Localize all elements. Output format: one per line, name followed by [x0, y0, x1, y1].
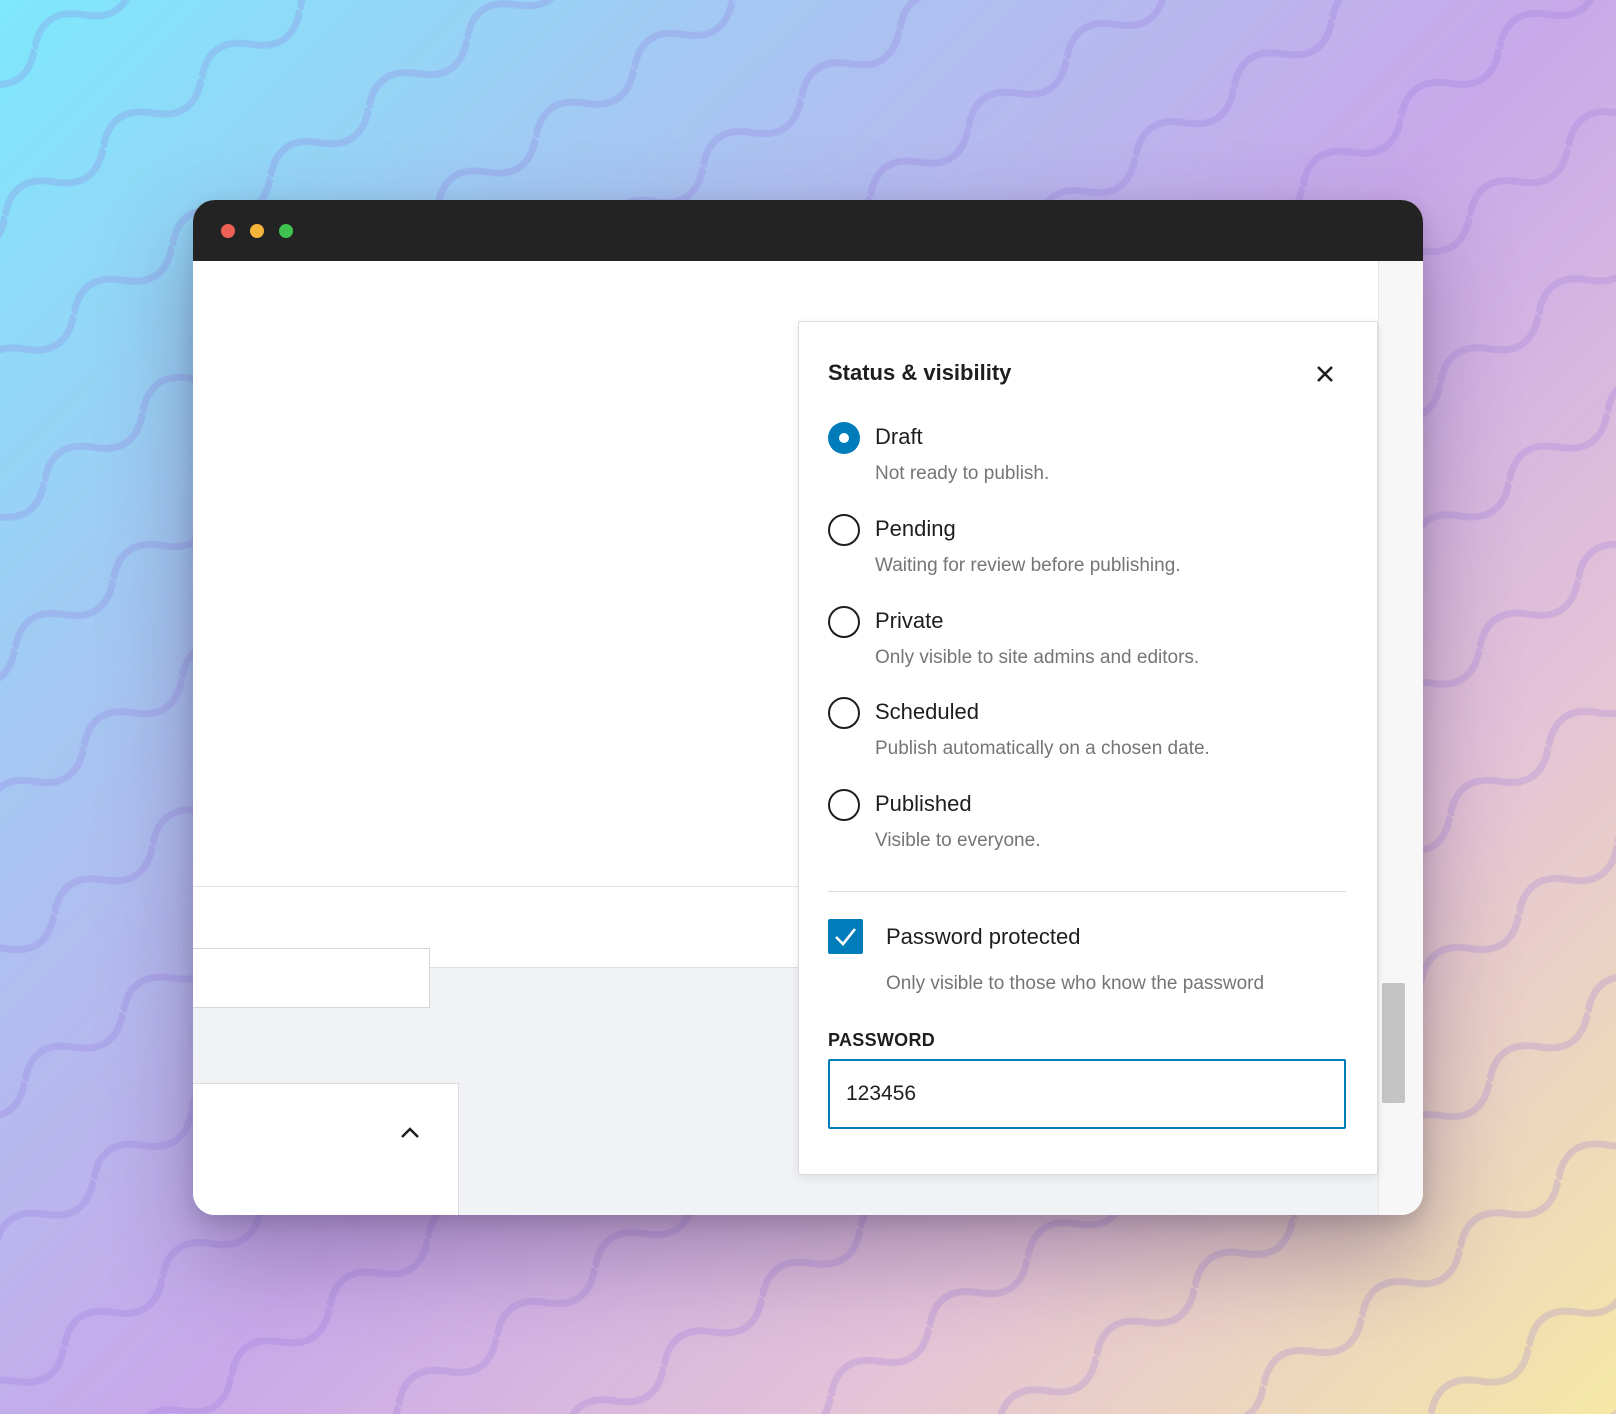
- password-protected-description: Only visible to those who know the passw…: [886, 973, 1265, 994]
- password-protected-label[interactable]: Password protected: [886, 924, 1080, 950]
- left-text-field[interactable]: [193, 948, 430, 1008]
- close-icon[interactable]: [1309, 358, 1341, 390]
- popover-title: Status & visibility: [828, 360, 1012, 385]
- status-visibility-popover: Status & visibility Draft Not ready to p…: [798, 321, 1378, 1175]
- radio-scheduled[interactable]: [828, 697, 860, 729]
- checkmark-icon: [835, 928, 857, 946]
- option-description: Publish automatically on a chosen date.: [875, 738, 1210, 759]
- option-label: Published: [875, 791, 972, 816]
- password-label: PASSWORD: [828, 1030, 936, 1050]
- status-option-published[interactable]: Published Visible to everyone.: [828, 789, 1348, 869]
- option-description: Visible to everyone.: [875, 830, 1041, 851]
- option-label: Scheduled: [875, 699, 979, 724]
- status-option-draft[interactable]: Draft Not ready to publish.: [828, 422, 1348, 502]
- option-label: Draft: [875, 424, 923, 449]
- radio-published[interactable]: [828, 789, 860, 821]
- status-option-private[interactable]: Private Only visible to site admins and …: [828, 606, 1348, 686]
- radio-draft[interactable]: [828, 422, 860, 454]
- option-description: Not ready to publish.: [875, 463, 1050, 484]
- chevron-up-icon[interactable]: [398, 1121, 422, 1145]
- status-option-pending[interactable]: Pending Waiting for review before publis…: [828, 514, 1348, 594]
- password-protected-checkbox[interactable]: [828, 919, 863, 954]
- option-description: Waiting for review before publishing.: [875, 555, 1181, 576]
- window-maximize-button[interactable]: [279, 224, 293, 238]
- left-panel-section: [193, 1083, 459, 1215]
- editor-content: Status & visibility Draft Not ready to p…: [193, 261, 1423, 1215]
- option-description: Only visible to site admins and editors.: [875, 647, 1200, 668]
- status-option-scheduled[interactable]: Scheduled Publish automatically on a cho…: [828, 697, 1348, 777]
- radio-private[interactable]: [828, 606, 860, 638]
- radio-pending[interactable]: [828, 514, 860, 546]
- password-input[interactable]: [828, 1059, 1346, 1129]
- option-label: Private: [875, 608, 944, 633]
- option-label: Pending: [875, 516, 956, 541]
- app-window: Status & visibility Draft Not ready to p…: [193, 200, 1423, 1215]
- window-titlebar: [193, 200, 1423, 261]
- window-close-button[interactable]: [221, 224, 235, 238]
- popover-divider: [828, 891, 1346, 892]
- window-minimize-button[interactable]: [250, 224, 264, 238]
- scrollbar-thumb[interactable]: [1382, 983, 1405, 1103]
